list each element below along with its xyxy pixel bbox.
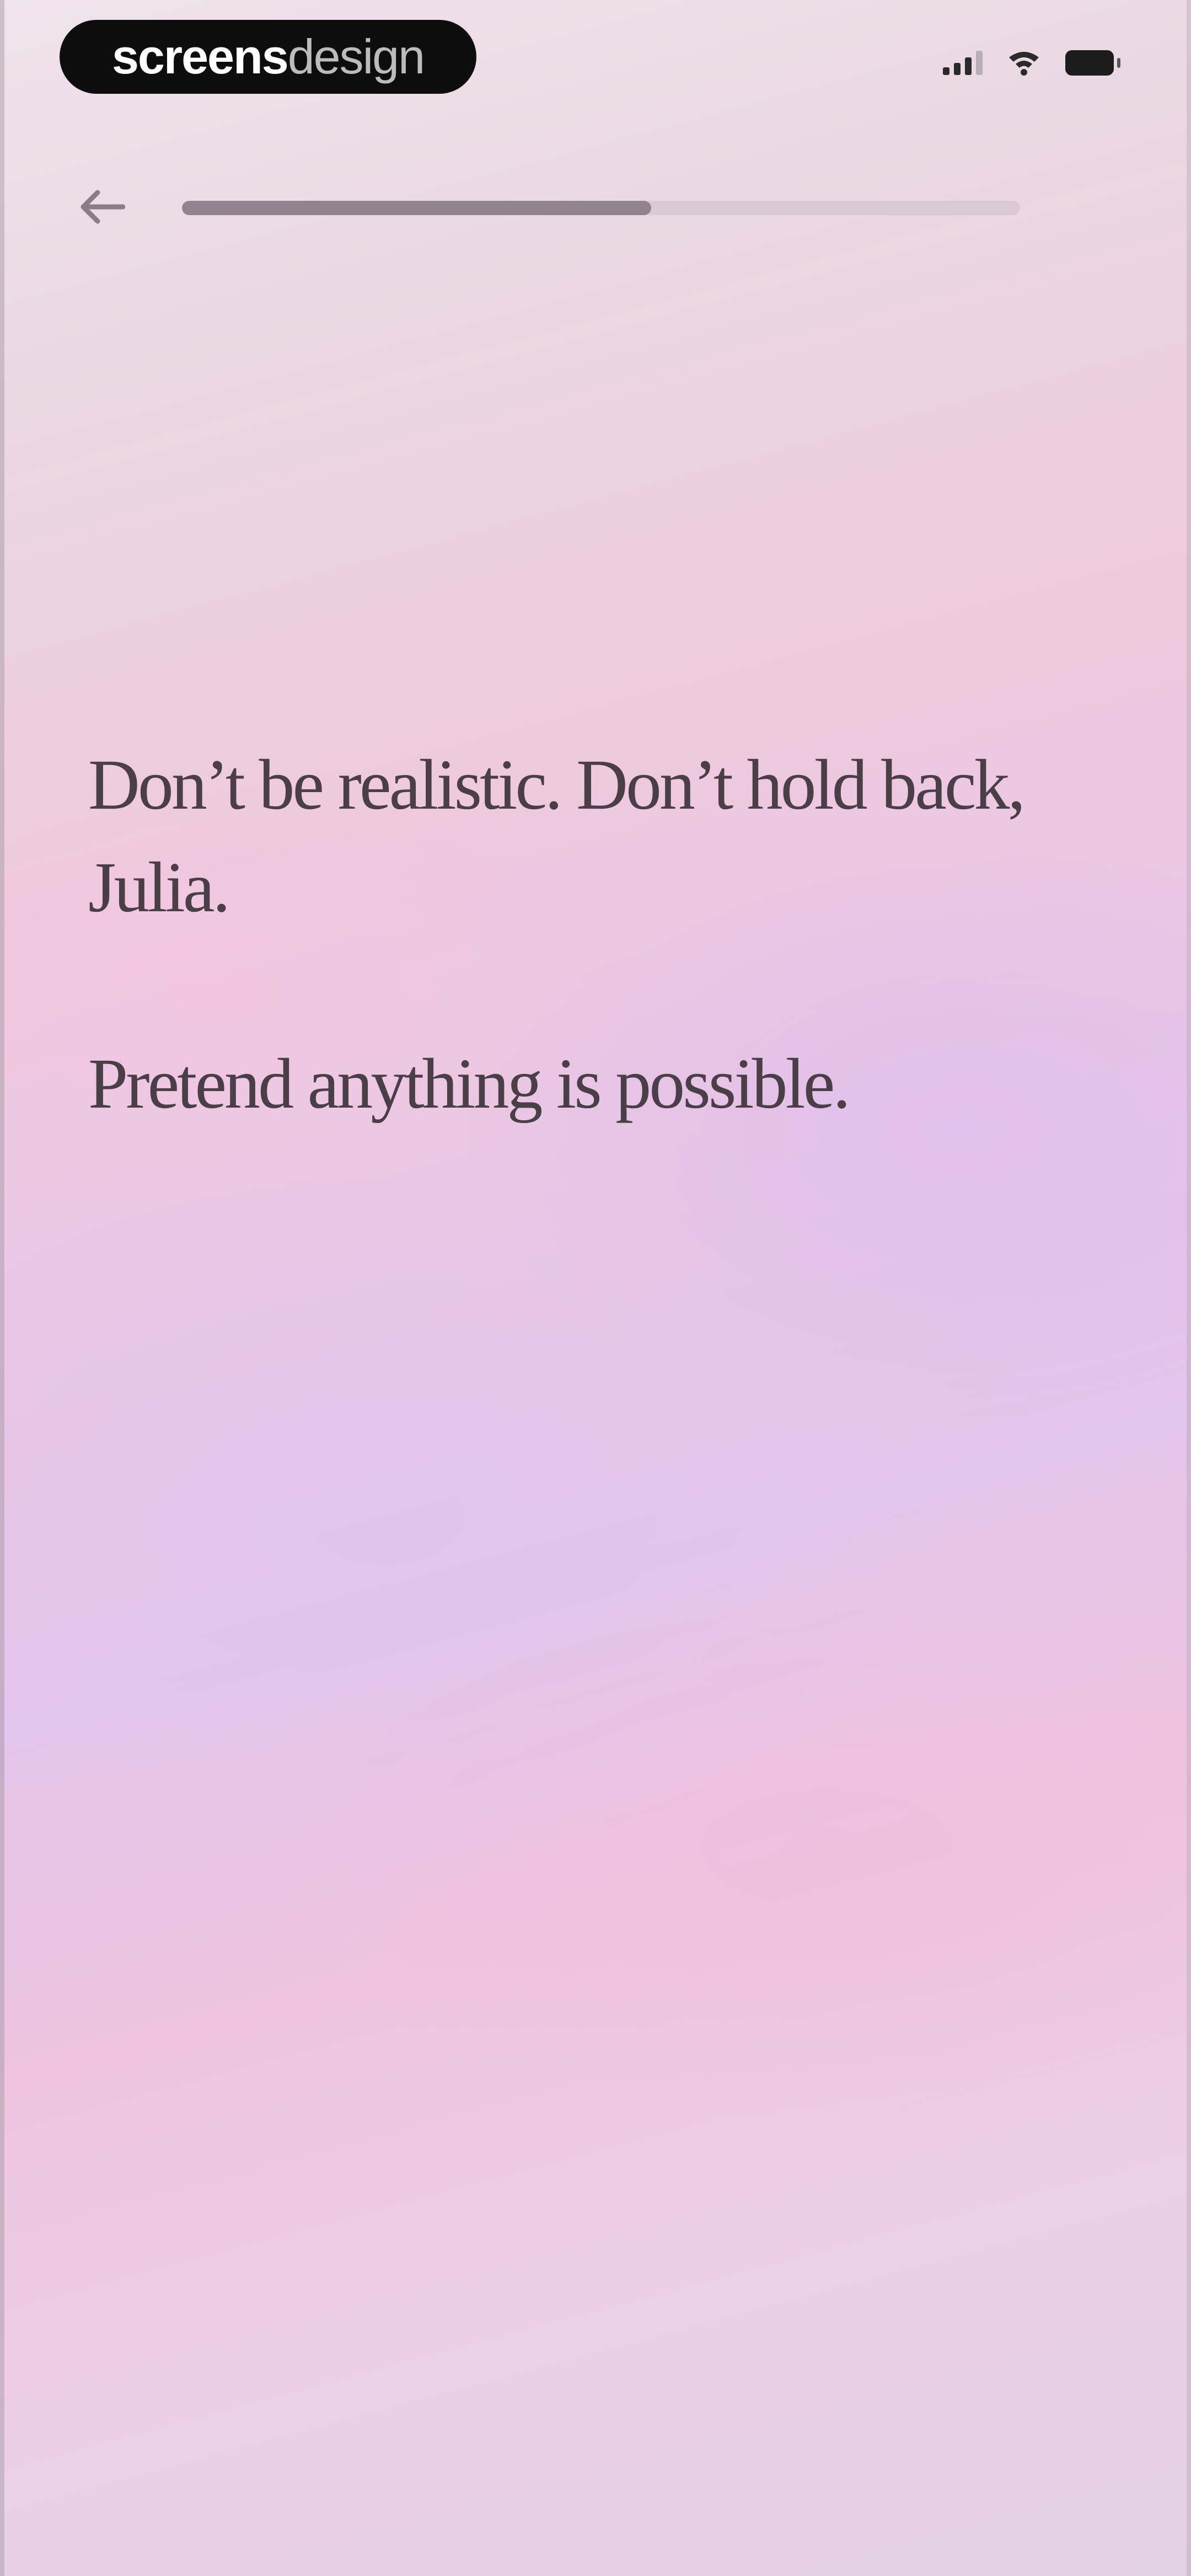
- battery-icon: [1065, 50, 1120, 76]
- frame-edge-left: [0, 0, 4, 2576]
- screensdesign-watermark: screens design: [60, 20, 476, 94]
- prompt-line-1: Don’t be realistic. Don’t hold back, Jul…: [88, 745, 1026, 927]
- back-button[interactable]: [77, 182, 127, 232]
- prompt-line-2: Pretend anything is possible.: [88, 1044, 851, 1124]
- prompt-text: Don’t be realistic. Don’t hold back, Jul…: [88, 734, 1114, 1135]
- status-bar: [943, 50, 1120, 76]
- progress-bar: [182, 201, 1020, 215]
- frame-edge-right: [1187, 0, 1191, 2576]
- wifi-icon: [1009, 52, 1039, 76]
- watermark-bold-text: screens: [111, 29, 289, 84]
- signal-icon: [943, 51, 983, 75]
- arrow-left-icon: [81, 190, 125, 224]
- progress-fill: [182, 201, 652, 215]
- watermark-light-text: design: [287, 29, 425, 84]
